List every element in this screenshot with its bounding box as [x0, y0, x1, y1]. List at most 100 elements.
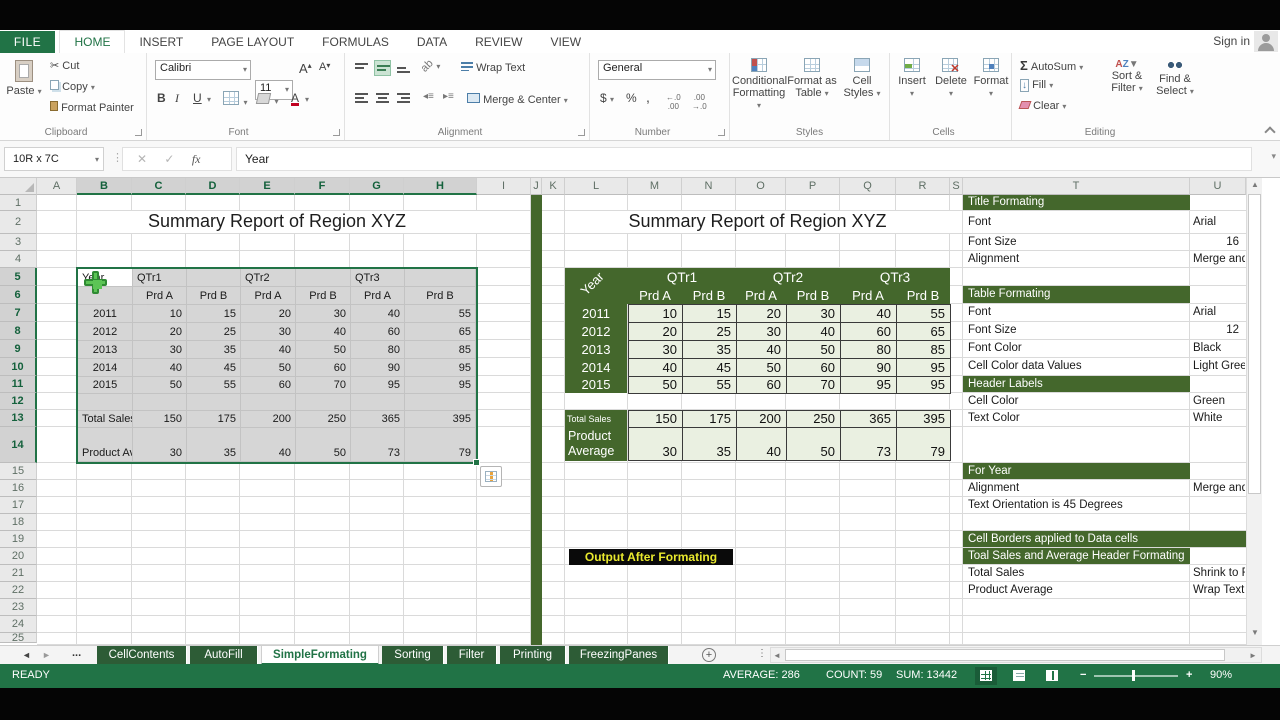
ribbon-tab-insert[interactable]: INSERT [125, 31, 197, 54]
cell[interactable]: 90 [351, 359, 405, 377]
ribbon-tab-page-layout[interactable]: PAGE LAYOUT [197, 31, 308, 54]
data-cell[interactable]: 50 [736, 358, 787, 377]
font-color-dropdown[interactable]: ▾ [305, 95, 309, 104]
formula-input[interactable]: Year [236, 147, 1252, 171]
data-cell[interactable]: 95 [840, 376, 897, 394]
cell[interactable]: 45 [187, 359, 241, 377]
scroll-up-arrow-icon[interactable]: ▲ [1247, 180, 1263, 192]
cell[interactable]: Prd B [405, 287, 476, 305]
cell[interactable]: 35 [187, 341, 241, 359]
data-cell[interactable]: 40 [736, 340, 787, 359]
column-header-G[interactable]: G [350, 178, 404, 195]
cell[interactable]: Total Sales [78, 411, 133, 428]
column-header-I[interactable]: I [477, 178, 531, 195]
align-top-icon[interactable] [355, 63, 368, 73]
data-cell[interactable]: 50 [628, 376, 683, 394]
paste-button[interactable]: Paste ▾ [4, 57, 44, 97]
percent-button[interactable]: % [626, 91, 637, 105]
cell[interactable]: QTr3 [351, 269, 405, 287]
alignment-dialog-launcher[interactable] [578, 129, 585, 136]
sheet-tab-autofill[interactable]: AutoFill [190, 646, 258, 665]
data-cell[interactable]: 95 [896, 376, 951, 394]
average-cell[interactable]: 40 [736, 427, 787, 461]
total-cell[interactable]: 395 [896, 410, 951, 428]
cell[interactable]: 20 [133, 323, 187, 341]
left-table-selection[interactable]: YearQTr1QTr2QTr3Prd APrd BPrd APrd BPrd … [76, 267, 478, 464]
cell[interactable]: 40 [296, 323, 351, 341]
data-cell[interactable]: 25 [682, 322, 737, 341]
cell[interactable]: Prd B [187, 287, 241, 305]
cell[interactable]: 95 [405, 377, 476, 394]
data-cell[interactable]: 30 [628, 340, 683, 359]
font-dialog-launcher[interactable] [333, 129, 340, 136]
number-format-combo[interactable]: General ▾ [598, 60, 716, 80]
row-header-22[interactable]: 22 [0, 582, 37, 599]
normal-view-button[interactable] [975, 667, 997, 685]
underline-dropdown[interactable]: ▾ [207, 95, 211, 104]
cell[interactable]: 2011 [78, 305, 133, 323]
cell[interactable]: 365 [351, 411, 405, 428]
column-header-Q[interactable]: Q [840, 178, 896, 195]
underline-button[interactable]: U [193, 91, 202, 105]
row-header-12[interactable]: 12 [0, 393, 37, 410]
data-cell[interactable]: 95 [896, 358, 951, 377]
cell[interactable]: 50 [296, 341, 351, 359]
user-avatar-icon[interactable] [1254, 31, 1278, 52]
clipboard-dialog-launcher[interactable] [135, 129, 142, 136]
row-header-8[interactable]: 8 [0, 322, 37, 340]
zoom-in-button[interactable]: + [1186, 669, 1192, 681]
cell[interactable]: 2015 [78, 377, 133, 394]
row-header-25[interactable]: 25 [0, 633, 37, 643]
cancel-icon[interactable]: ✕ [137, 152, 147, 166]
row-header-23[interactable]: 23 [0, 599, 37, 616]
cell[interactable]: QTr2 [241, 269, 296, 287]
column-header-H[interactable]: H [404, 178, 477, 195]
cell[interactable]: 2012 [78, 323, 133, 341]
cell[interactable]: 79 [405, 428, 476, 462]
cell[interactable]: 55 [187, 377, 241, 394]
cell[interactable]: 150 [133, 411, 187, 428]
data-cell[interactable]: 20 [628, 322, 683, 341]
cell[interactable]: 20 [241, 305, 296, 323]
sheet-tab-simpleformating[interactable]: SimpleFormating [261, 646, 379, 665]
row-header-10[interactable]: 10 [0, 358, 37, 376]
data-cell[interactable]: 40 [628, 358, 683, 377]
insert-function-icon[interactable]: fx [192, 152, 201, 166]
fill-handle[interactable] [473, 459, 480, 466]
row-header-4[interactable]: 4 [0, 251, 37, 268]
column-header-E[interactable]: E [240, 178, 295, 195]
average-cell[interactable]: 35 [682, 427, 737, 461]
total-cell[interactable]: 200 [736, 410, 787, 428]
column-header-R[interactable]: R [896, 178, 950, 195]
average-cell[interactable]: 50 [786, 427, 841, 461]
cell[interactable] [296, 394, 351, 411]
cell[interactable]: Prd B [296, 287, 351, 305]
font-color-button[interactable]: A [291, 91, 300, 106]
data-cell[interactable]: 60 [786, 358, 841, 377]
cell[interactable]: 30 [296, 305, 351, 323]
format-as-table-button[interactable]: Format as Table ▾ [786, 55, 838, 99]
cell[interactable]: 200 [241, 411, 296, 428]
data-cell[interactable]: 45 [682, 358, 737, 377]
zoom-out-button[interactable]: − [1080, 669, 1086, 681]
font-name-combo[interactable]: Calibri ▾ [155, 60, 251, 80]
merge-center-button[interactable]: Merge & Center ▾ [467, 93, 568, 106]
column-header-U[interactable]: U [1190, 178, 1246, 195]
cell[interactable]: Product Average [78, 428, 133, 462]
cell[interactable] [241, 394, 296, 411]
delete-cells-button[interactable]: ✕ Delete ▾ [932, 55, 970, 99]
column-header-C[interactable]: C [132, 178, 186, 195]
data-cell[interactable]: 85 [896, 340, 951, 359]
find-select-button[interactable]: Find & Select ▾ [1152, 55, 1198, 97]
increase-indent-button[interactable]: ▸≡ [443, 91, 454, 102]
data-cell[interactable]: 30 [736, 322, 787, 341]
row-header-2[interactable]: 2 [0, 211, 37, 234]
column-header-P[interactable]: P [786, 178, 840, 195]
row-header-5[interactable]: 5 [0, 268, 37, 286]
align-right-icon[interactable] [397, 93, 410, 103]
data-cell[interactable]: 35 [682, 340, 737, 359]
formula-bar-expand-icon[interactable]: ▾ [1271, 151, 1276, 162]
column-header-N[interactable]: N [682, 178, 736, 195]
quick-analysis-button[interactable] [480, 466, 502, 487]
format-cells-button[interactable]: Format ▾ [972, 55, 1010, 99]
